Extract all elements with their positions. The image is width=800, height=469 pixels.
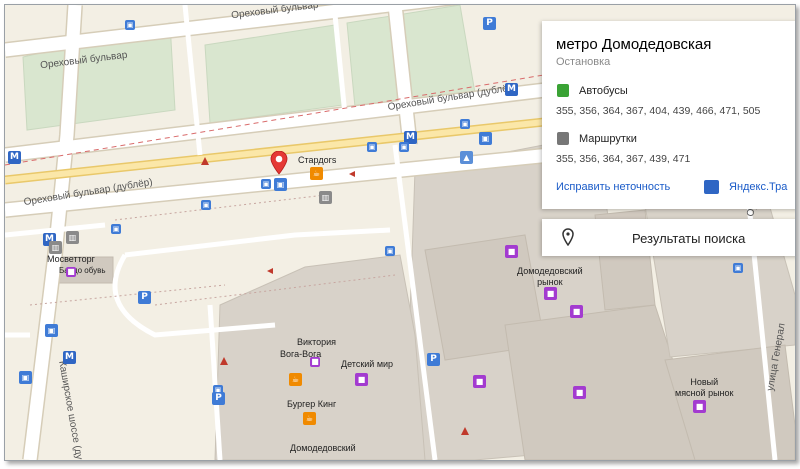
selected-bus-stop-icon[interactable]: ▣: [274, 178, 287, 191]
tram-stop-icon[interactable]: ▲: [460, 151, 473, 164]
search-results-button[interactable]: Результаты поиска: [542, 219, 795, 256]
poi-label-detsky-mir: Детский мир: [341, 359, 394, 369]
bus-stop-icon[interactable]: ▣: [733, 263, 743, 273]
yandex-transport-icon: [704, 180, 719, 194]
bus-stop-icon[interactable]: ▣: [385, 246, 395, 256]
shop-icon[interactable]: ■: [570, 305, 583, 318]
stop-title: метро Домодедовская: [556, 36, 712, 53]
metro-icon[interactable]: M: [8, 151, 21, 164]
buses-routes: 355, 356, 364, 367, 404, 439, 466, 471, …: [556, 105, 761, 117]
location-pin-icon: [562, 228, 574, 246]
bus-stop-icon[interactable]: ▣: [367, 142, 377, 152]
poi-label-burger-king: Бургер Кинг: [287, 399, 337, 409]
parking-icon[interactable]: P: [483, 17, 496, 30]
bus-stop-icon[interactable]: ▣: [399, 142, 409, 152]
shop-icon[interactable]: ■: [66, 267, 76, 277]
buses-label: Автобусы: [579, 85, 628, 97]
bus-stop-icon[interactable]: ▣: [19, 371, 32, 384]
search-results-label: Результаты поиска: [632, 231, 746, 246]
poi-label-domodedovsky: Домодедовский: [290, 443, 356, 453]
atm-icon[interactable]: ▥: [49, 241, 62, 254]
shop-icon[interactable]: ■: [355, 373, 368, 386]
poi-label-viktoria: Виктория: [297, 337, 337, 347]
cafe-icon[interactable]: ☕: [303, 412, 316, 425]
bus-stop-icon[interactable]: ▣: [460, 119, 470, 129]
stop-info-card: метро Домодедовская Остановка Автобусы 3…: [542, 21, 795, 209]
bus-stop-icon[interactable]: ▣: [479, 132, 492, 145]
map-frame[interactable]: Ореховый бульвар Ореховый бульвар Орехов…: [4, 4, 796, 461]
bus-stop-icon[interactable]: ▣: [125, 20, 135, 30]
stop-subtitle: Остановка: [556, 56, 611, 68]
minibus-icon: [557, 132, 569, 145]
shop-icon[interactable]: ■: [544, 287, 557, 300]
bus-stop-icon[interactable]: ▣: [261, 179, 271, 189]
bus-stop-icon[interactable]: ▣: [111, 224, 121, 234]
shop-icon[interactable]: ■: [473, 375, 486, 388]
cafe-icon[interactable]: ☕: [310, 167, 323, 180]
metro-icon[interactable]: M: [505, 83, 518, 96]
poi-label-domodedovsky-market: Домодедовский рынок: [517, 266, 583, 287]
fix-inaccuracy-link[interactable]: Исправить неточность: [556, 181, 670, 193]
poi-label-new-market: Новый мясной рынок: [675, 377, 734, 398]
bus-stop-icon[interactable]: ▣: [45, 324, 58, 337]
parking-icon[interactable]: P: [427, 353, 440, 366]
minibus-routes: 355, 356, 364, 367, 439, 471: [556, 153, 691, 165]
cafe-icon[interactable]: ☕: [289, 373, 302, 386]
shop-icon[interactable]: ■: [505, 245, 518, 258]
metro-icon[interactable]: M: [63, 351, 76, 364]
poi-label-mosvettorg: Мосветторг: [47, 254, 95, 264]
parking-icon[interactable]: P: [212, 392, 225, 405]
minibus-label: Маршрутки: [579, 133, 637, 145]
poi-label-stardogs: Стардогs: [298, 155, 337, 165]
service-icon[interactable]: ▥: [319, 191, 332, 204]
bus-icon: [557, 84, 569, 97]
atm-icon[interactable]: ▥: [66, 231, 79, 244]
shop-icon[interactable]: ■: [310, 357, 320, 367]
location-pin-icon[interactable]: [269, 151, 289, 175]
shop-icon[interactable]: ■: [693, 400, 706, 413]
shop-icon[interactable]: ■: [573, 386, 586, 399]
bus-stop-icon[interactable]: ▣: [201, 200, 211, 210]
parking-icon[interactable]: P: [138, 291, 151, 304]
yandex-transport-link[interactable]: Яндекс.Тра: [729, 181, 787, 193]
